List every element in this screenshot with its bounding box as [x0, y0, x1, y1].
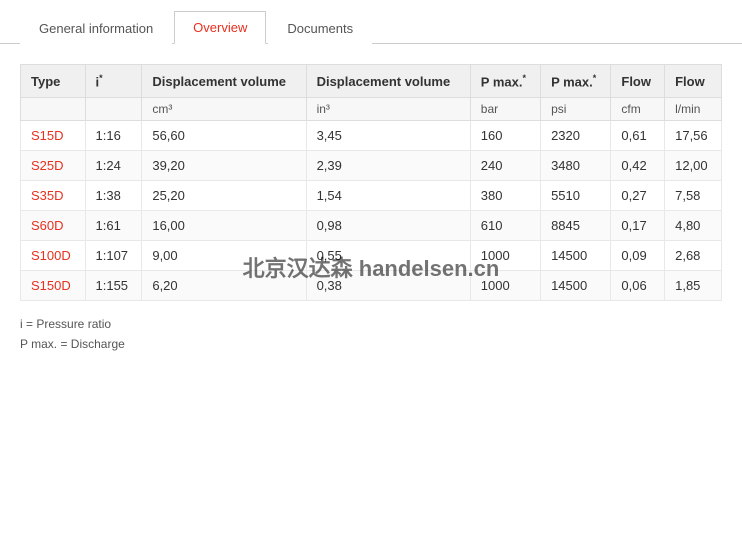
cell-pmax-psi: 14500	[541, 241, 611, 271]
table-row: S25D1:2439,202,3924034800,4212,00	[21, 151, 722, 181]
cell-disp-cm3: 6,20	[142, 271, 306, 301]
main-content: Type i* Displacement volume Displacement…	[0, 44, 742, 374]
cell-disp-cm3: 9,00	[142, 241, 306, 271]
col-header-pmax-psi: P max.*	[541, 65, 611, 98]
col-header-flow-lmin: Flow	[665, 65, 722, 98]
cell-type[interactable]: S100D	[21, 241, 86, 271]
cell-disp-in3: 1,54	[306, 181, 470, 211]
cell-disp-cm3: 39,20	[142, 151, 306, 181]
cell-pmax-psi: 8845	[541, 211, 611, 241]
cell-pmax-bar: 1000	[470, 271, 540, 301]
table-row: S60D1:6116,000,9861088450,174,80	[21, 211, 722, 241]
subheader-cfm: cfm	[611, 98, 665, 121]
subheader-ratio	[85, 98, 142, 121]
cell-flow-lmin: 1,85	[665, 271, 722, 301]
cell-flow-lmin: 7,58	[665, 181, 722, 211]
cell-ratio: 1:155	[85, 271, 142, 301]
overview-table: Type i* Displacement volume Displacement…	[20, 64, 722, 301]
tab-overview[interactable]: Overview	[174, 11, 266, 44]
cell-disp-in3: 3,45	[306, 121, 470, 151]
cell-flow-lmin: 17,56	[665, 121, 722, 151]
cell-flow-cfm: 0,61	[611, 121, 665, 151]
cell-flow-cfm: 0,27	[611, 181, 665, 211]
cell-type[interactable]: S35D	[21, 181, 86, 211]
cell-pmax-bar: 160	[470, 121, 540, 151]
footnote-section: i = Pressure ratio P max. = Discharge	[20, 315, 722, 353]
col-header-disp-cm3: Displacement volume	[142, 65, 306, 98]
cell-ratio: 1:24	[85, 151, 142, 181]
cell-disp-cm3: 25,20	[142, 181, 306, 211]
cell-ratio: 1:38	[85, 181, 142, 211]
col-header-pmax-bar: P max.*	[470, 65, 540, 98]
cell-ratio: 1:61	[85, 211, 142, 241]
cell-flow-cfm: 0,06	[611, 271, 665, 301]
cell-flow-cfm: 0,42	[611, 151, 665, 181]
table-header-row: Type i* Displacement volume Displacement…	[21, 65, 722, 98]
cell-flow-cfm: 0,09	[611, 241, 665, 271]
cell-pmax-psi: 14500	[541, 271, 611, 301]
tabs-bar: General information Overview Documents	[0, 0, 742, 44]
tab-documents[interactable]: Documents	[268, 12, 372, 44]
table-row: S150D1:1556,200,381000145000,061,85	[21, 271, 722, 301]
subheader-lmin: l/min	[665, 98, 722, 121]
cell-flow-cfm: 0,17	[611, 211, 665, 241]
cell-disp-in3: 2,39	[306, 151, 470, 181]
cell-flow-lmin: 4,80	[665, 211, 722, 241]
cell-flow-lmin: 2,68	[665, 241, 722, 271]
col-header-flow-cfm: Flow	[611, 65, 665, 98]
cell-disp-in3: 0,98	[306, 211, 470, 241]
table-subheader-row: cm³ in³ bar psi cfm l/min	[21, 98, 722, 121]
cell-pmax-psi: 2320	[541, 121, 611, 151]
cell-pmax-psi: 3480	[541, 151, 611, 181]
cell-type[interactable]: S25D	[21, 151, 86, 181]
subheader-type	[21, 98, 86, 121]
cell-pmax-bar: 240	[470, 151, 540, 181]
cell-type[interactable]: S60D	[21, 211, 86, 241]
table-row: S15D1:1656,603,4516023200,6117,56	[21, 121, 722, 151]
col-header-disp-in3: Displacement volume	[306, 65, 470, 98]
col-header-ratio: i*	[85, 65, 142, 98]
cell-disp-cm3: 16,00	[142, 211, 306, 241]
subheader-in3: in³	[306, 98, 470, 121]
table-row: S100D1:1079,000,551000145000,092,68	[21, 241, 722, 271]
subheader-bar: bar	[470, 98, 540, 121]
subheader-cm3: cm³	[142, 98, 306, 121]
cell-pmax-psi: 5510	[541, 181, 611, 211]
cell-type[interactable]: S150D	[21, 271, 86, 301]
footnote-1: i = Pressure ratio	[20, 315, 722, 334]
cell-disp-in3: 0,38	[306, 271, 470, 301]
tab-general-information[interactable]: General information	[20, 12, 172, 44]
table-row: S35D1:3825,201,5438055100,277,58	[21, 181, 722, 211]
cell-flow-lmin: 12,00	[665, 151, 722, 181]
cell-ratio: 1:107	[85, 241, 142, 271]
cell-disp-cm3: 56,60	[142, 121, 306, 151]
cell-pmax-bar: 1000	[470, 241, 540, 271]
cell-type[interactable]: S15D	[21, 121, 86, 151]
col-header-type: Type	[21, 65, 86, 98]
subheader-psi: psi	[541, 98, 611, 121]
cell-pmax-bar: 610	[470, 211, 540, 241]
cell-ratio: 1:16	[85, 121, 142, 151]
cell-pmax-bar: 380	[470, 181, 540, 211]
cell-disp-in3: 0,55	[306, 241, 470, 271]
footnote-2: P max. = Discharge	[20, 335, 722, 354]
